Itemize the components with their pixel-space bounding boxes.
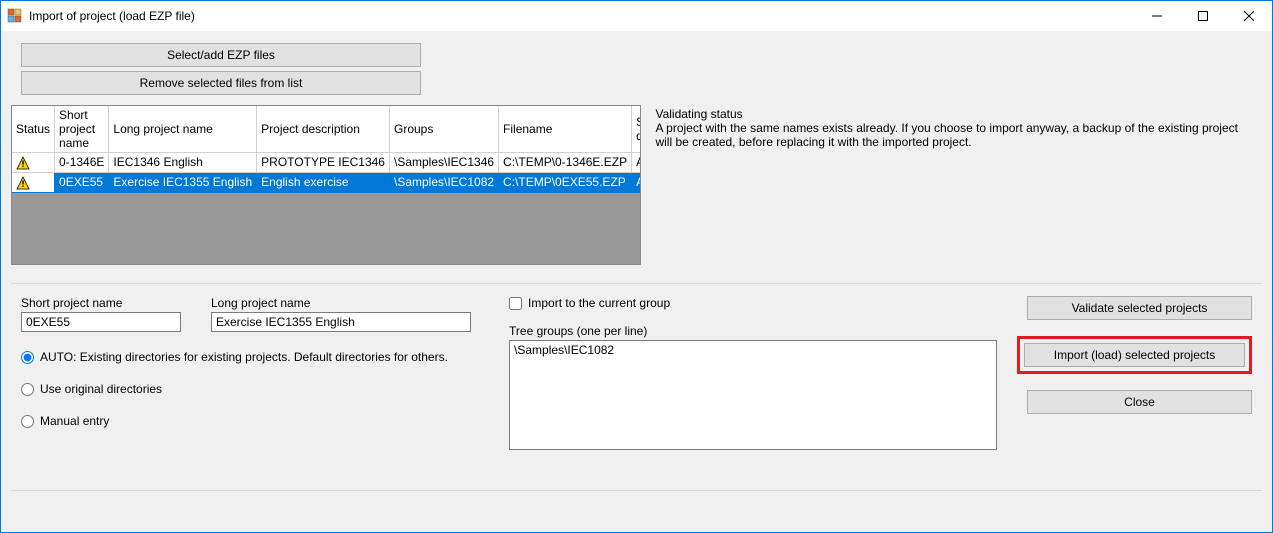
radio-auto-input[interactable] [21,351,34,364]
col-groups-header[interactable]: Groups [389,106,498,153]
left-column: Short project name Long project name AUT… [21,296,489,450]
cell-source[interactable]: Auto [632,172,642,192]
col-short-header[interactable]: Short project name [55,106,109,153]
radio-original[interactable]: Use original directories [21,382,489,396]
select-add-ezp-button[interactable]: Select/add EZP files [21,43,421,67]
col-long-header[interactable]: Long project name [109,106,257,153]
content-area: Select/add EZP files Remove selected fil… [1,31,1272,532]
minimize-button[interactable] [1134,1,1180,31]
right-button-column: Validate selected projects Import (load)… [1017,296,1252,450]
radio-auto[interactable]: AUTO: Existing directories for existing … [21,350,489,364]
cell-groups[interactable]: \Samples\IEC1346 [389,153,498,173]
tree-groups-label: Tree groups (one per line) [509,324,997,338]
short-project-name-input[interactable] [21,312,181,332]
app-icon [7,8,23,24]
radio-auto-label: AUTO: Existing directories for existing … [40,350,448,364]
directory-mode-radios: AUTO: Existing directories for existing … [21,350,489,428]
cell-status[interactable] [12,153,55,173]
import-selected-button[interactable]: Import (load) selected projects [1024,343,1245,367]
validating-status-panel: Validating status A project with the sam… [649,105,1262,265]
cell-source[interactable]: Auto [632,153,642,173]
import-current-group-checkbox[interactable]: Import to the current group [509,296,997,310]
project-grid[interactable]: Status Short project name Long project n… [11,105,641,265]
long-project-name-label: Long project name [211,296,471,310]
window-title: Import of project (load EZP file) [29,9,195,23]
cell-groups[interactable]: \Samples\IEC1082 [389,172,498,192]
close-dialog-button[interactable]: Close [1027,390,1252,414]
cell-filename[interactable]: C:\TEMP\0EXE55.EZP [499,172,632,192]
col-status-header[interactable]: Status [12,106,55,153]
warning-icon [16,156,30,170]
cell-desc[interactable]: PROTOTYPE IEC1346 [257,153,390,173]
short-project-name-label: Short project name [21,296,181,310]
remove-selected-files-button[interactable]: Remove selected files from list [21,71,421,95]
maximize-button[interactable] [1180,1,1226,31]
titlebar: Import of project (load EZP file) [1,1,1272,31]
import-current-group-label: Import to the current group [528,296,670,310]
cell-desc[interactable]: English exercise [257,172,390,192]
import-current-group-input[interactable] [509,297,522,310]
validating-status-message: A project with the same names exists alr… [655,121,1256,149]
radio-manual-label: Manual entry [40,414,109,428]
table-row[interactable]: 0EXE55Exercise IEC1355 EnglishEnglish ex… [12,172,641,192]
radio-original-label: Use original directories [40,382,162,396]
radio-original-input[interactable] [21,383,34,396]
mid-row: Status Short project name Long project n… [11,105,1262,265]
grid-header-row: Status Short project name Long project n… [12,106,641,153]
col-source-header[interactable]: SOURCE directory [632,106,642,153]
validate-selected-button[interactable]: Validate selected projects [1027,296,1252,320]
radio-manual-input[interactable] [21,415,34,428]
lower-panel: Short project name Long project name AUT… [11,283,1262,491]
close-button[interactable] [1226,1,1272,31]
cell-long[interactable]: Exercise IEC1355 English [109,172,257,192]
cell-status[interactable] [12,172,55,192]
top-button-group: Select/add EZP files Remove selected fil… [21,43,421,95]
cell-short[interactable]: 0-1346E [55,153,109,173]
import-button-highlight: Import (load) selected projects [1017,336,1252,374]
table-row[interactable]: 0-1346EIEC1346 EnglishPROTOTYPE IEC1346\… [12,153,641,173]
validating-status-title: Validating status [655,107,1256,121]
cell-filename[interactable]: C:\TEMP\0-1346E.EZP [499,153,632,173]
warning-icon [16,176,30,190]
col-filename-header[interactable]: Filename [499,106,632,153]
mid-column: Import to the current group Tree groups … [509,296,997,450]
long-project-name-input[interactable] [211,312,471,332]
window-controls [1134,1,1272,31]
cell-short[interactable]: 0EXE55 [55,172,109,192]
cell-long[interactable]: IEC1346 English [109,153,257,173]
col-desc-header[interactable]: Project description [257,106,390,153]
radio-manual[interactable]: Manual entry [21,414,489,428]
dialog-window: Import of project (load EZP file) Select… [0,0,1273,533]
tree-groups-textarea[interactable] [509,340,997,450]
